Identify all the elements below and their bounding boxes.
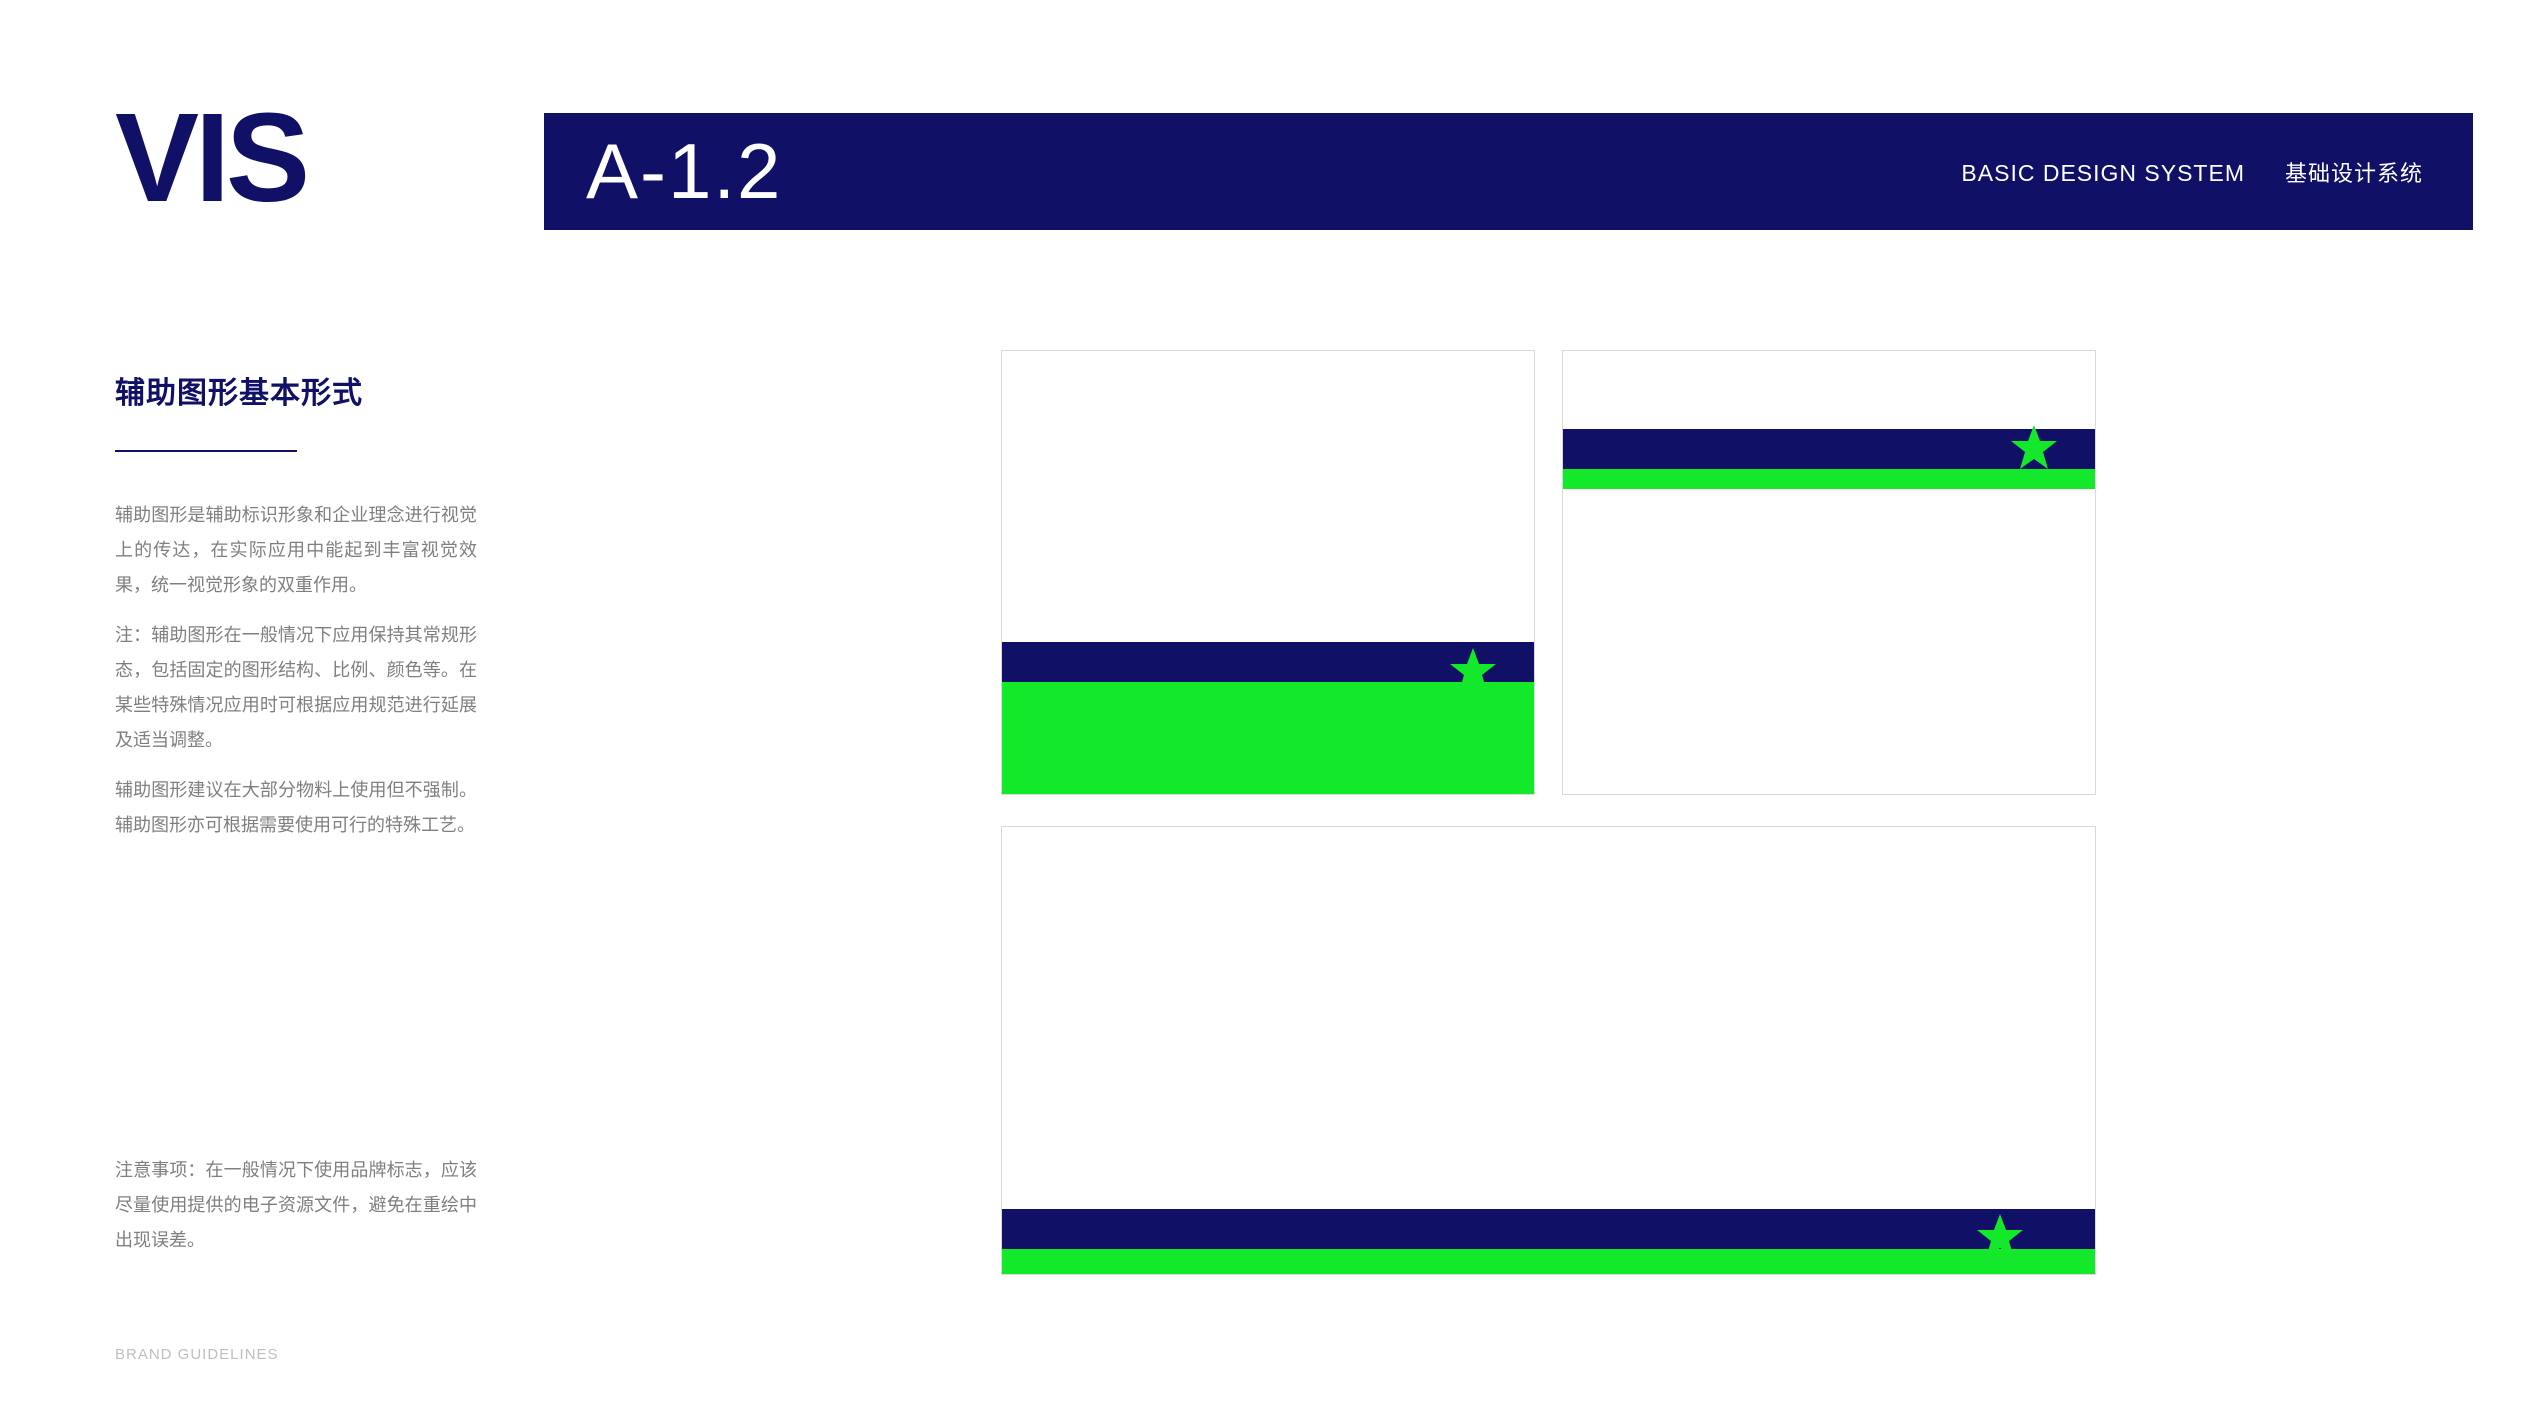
header-title-en: BASIC DESIGN SYSTEM	[1961, 160, 2245, 187]
page: VIS A-1.2 BASIC DESIGN SYSTEM 基础设计系统 辅助图…	[0, 0, 2521, 1418]
header-right: BASIC DESIGN SYSTEM 基础设计系统	[1961, 156, 2423, 188]
stripe-navy	[1002, 1209, 2095, 1249]
example-box-3	[1001, 826, 2096, 1275]
paragraph-4-notice: 注意事项：在一般情况下使用品牌标志，应该尽量使用提供的电子资源文件，避免在重绘中…	[115, 1153, 477, 1258]
example-box-2	[1562, 350, 2096, 795]
stripe-green	[1002, 1249, 2095, 1274]
star-icon	[1975, 1212, 2025, 1262]
section-title: 辅助图形基本形式	[115, 368, 363, 412]
header-bar: A-1.2 BASIC DESIGN SYSTEM 基础设计系统	[544, 113, 2473, 230]
footer-brand-guidelines: BRAND GUIDELINES	[115, 1346, 279, 1363]
star-icon	[2009, 423, 2059, 473]
paragraph-1: 辅助图形是辅助标识形象和企业理念进行视觉上的传达，在实际应用中能起到丰富视觉效果…	[115, 498, 477, 603]
paragraph-2: 注：辅助图形在一般情况下应用保持其常规形态，包括固定的图形结构、比例、颜色等。在…	[115, 618, 477, 758]
logo-vis: VIS	[115, 85, 306, 230]
section-code: A-1.2	[586, 126, 782, 217]
paragraph-3: 辅助图形建议在大部分物料上使用但不强制。辅助图形亦可根据需要使用可行的特殊工艺。	[115, 773, 477, 843]
stripe-green	[1002, 682, 1534, 794]
example-box-1	[1001, 350, 1535, 795]
star-icon	[1448, 646, 1498, 696]
section-underline	[115, 450, 297, 452]
header-title-cn: 基础设计系统	[2285, 156, 2423, 188]
